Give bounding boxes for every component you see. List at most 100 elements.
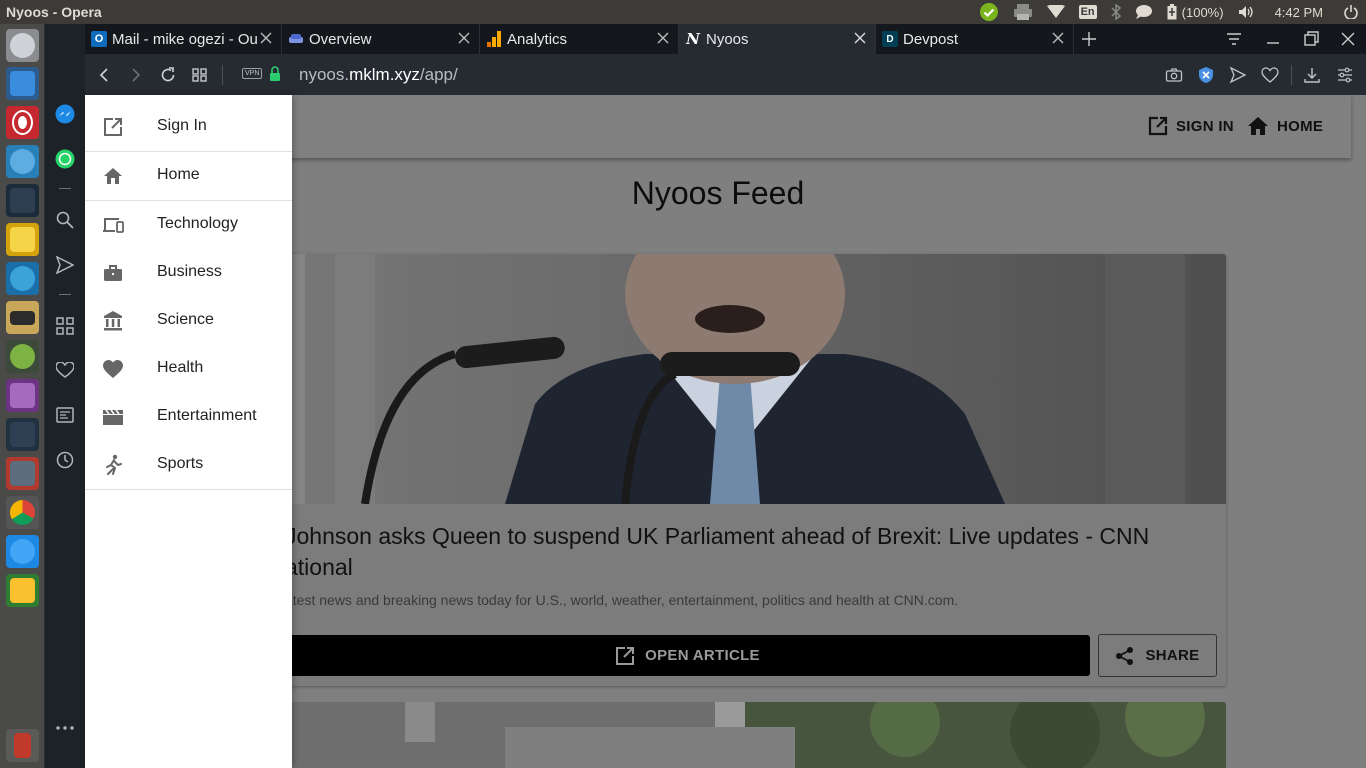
appbar-home-button[interactable]: HOME bbox=[1247, 116, 1323, 136]
launcher-skype-icon[interactable] bbox=[6, 535, 39, 568]
tab-analytics[interactable]: Analytics bbox=[480, 24, 679, 54]
snapshot-camera-icon[interactable] bbox=[1165, 66, 1183, 84]
drawer-item-business[interactable]: Business bbox=[85, 248, 292, 296]
minimize-icon[interactable] bbox=[1264, 30, 1282, 48]
launcher-vscode-icon[interactable] bbox=[6, 67, 39, 100]
system-top-bar: Nyoos - Opera En (100%) 4:42 PM bbox=[0, 0, 1366, 24]
sidebar-divider bbox=[59, 188, 71, 189]
printer-icon[interactable] bbox=[1013, 0, 1033, 24]
close-tab-icon[interactable] bbox=[1051, 31, 1065, 45]
drawer-item-sports[interactable]: Sports bbox=[85, 440, 292, 488]
forward-icon[interactable] bbox=[127, 66, 145, 84]
launcher-app-icon[interactable] bbox=[6, 379, 39, 412]
open-article-button[interactable]: OPEN ARTICLE bbox=[285, 635, 1090, 676]
speed-dial-icon[interactable] bbox=[55, 316, 75, 336]
article-description: atest news and breaking news today for U… bbox=[285, 592, 959, 608]
launcher-trash-icon[interactable] bbox=[6, 729, 39, 762]
sidebar-divider bbox=[59, 294, 71, 295]
send-icon[interactable] bbox=[1229, 66, 1247, 84]
share-button[interactable]: SHARE bbox=[1098, 634, 1217, 677]
launcher-archive-icon[interactable] bbox=[6, 457, 39, 490]
heart-icon bbox=[103, 360, 123, 378]
wifi-icon[interactable] bbox=[1046, 0, 1065, 24]
url-text[interactable]: nyoos.mklm.xyz/app/ bbox=[299, 65, 458, 85]
bluetooth-icon[interactable] bbox=[1111, 0, 1121, 24]
article-headline[interactable]: Johnson asks Queen to suspend UK Parliam… bbox=[285, 521, 1205, 583]
messenger-icon[interactable] bbox=[55, 104, 75, 124]
close-tab-icon[interactable] bbox=[457, 31, 471, 45]
article-image[interactable] bbox=[205, 254, 1226, 504]
launcher-cassette-icon[interactable] bbox=[6, 301, 39, 334]
reload-icon[interactable] bbox=[159, 66, 177, 84]
launcher-system-monitor-icon[interactable] bbox=[6, 418, 39, 451]
update-check-icon[interactable] bbox=[979, 0, 999, 24]
history-clock-icon[interactable] bbox=[55, 450, 75, 470]
more-options-icon[interactable] bbox=[55, 718, 75, 738]
home-icon bbox=[1248, 117, 1268, 135]
power-icon[interactable] bbox=[1344, 0, 1358, 24]
navigation-drawer: Sign In Home Technology Business Science… bbox=[85, 95, 292, 768]
article-card-next[interactable] bbox=[205, 702, 1226, 768]
tab-label: Analytics bbox=[507, 30, 568, 48]
drawer-divider bbox=[85, 489, 292, 490]
bookmarks-heart-icon[interactable] bbox=[55, 360, 75, 380]
tab-label: Mail - mike ogezi - Ou bbox=[112, 30, 258, 48]
drawer-item-sign-in[interactable]: Sign In bbox=[85, 102, 292, 150]
drawer-item-technology[interactable]: Technology bbox=[85, 200, 292, 248]
clapperboard-icon bbox=[103, 409, 123, 425]
appbar-sign-in-button[interactable]: SIGN IN bbox=[1148, 116, 1234, 136]
drawer-item-health[interactable]: Health bbox=[85, 344, 292, 392]
restore-icon[interactable] bbox=[1302, 30, 1320, 48]
article-card: Johnson asks Queen to suspend UK Parliam… bbox=[205, 254, 1226, 686]
tab-menu-icon[interactable] bbox=[1225, 30, 1243, 48]
ad-blocker-shield-icon[interactable] bbox=[1197, 66, 1215, 84]
launcher-terminal-icon[interactable] bbox=[6, 184, 39, 217]
chat-bubble-icon[interactable] bbox=[1135, 0, 1153, 24]
keyboard-layout-indicator[interactable]: En bbox=[1078, 0, 1097, 24]
appbar-home-label: HOME bbox=[1277, 117, 1324, 135]
drawer-item-label: Entertainment bbox=[157, 407, 257, 424]
launcher-files-icon[interactable] bbox=[6, 223, 39, 256]
send-flow-icon[interactable] bbox=[55, 255, 75, 275]
close-tab-icon[interactable] bbox=[259, 31, 273, 45]
drawer-item-home[interactable]: Home bbox=[85, 151, 292, 199]
launcher-play-icon[interactable] bbox=[6, 574, 39, 607]
search-icon[interactable] bbox=[55, 210, 75, 230]
close-window-icon[interactable] bbox=[1339, 30, 1357, 48]
desktop: Nyoos - Opera En (100%) 4:42 PM O Mail -… bbox=[0, 0, 1366, 768]
close-tab-icon[interactable] bbox=[853, 31, 867, 45]
launcher-sound-icon[interactable] bbox=[6, 262, 39, 295]
drawer-item-entertainment[interactable]: Entertainment bbox=[85, 392, 292, 440]
launcher-system-settings-icon[interactable] bbox=[6, 29, 39, 62]
close-tab-icon[interactable] bbox=[656, 31, 670, 45]
tab-devpost[interactable]: D Devpost bbox=[876, 24, 1074, 54]
back-icon[interactable] bbox=[95, 66, 113, 84]
news-icon[interactable] bbox=[55, 405, 75, 425]
running-icon bbox=[106, 454, 122, 475]
volume-icon[interactable] bbox=[1238, 0, 1254, 24]
lock-icon[interactable] bbox=[266, 65, 284, 83]
url-prefix: nyoos. bbox=[299, 65, 350, 84]
launcher-chrome-icon[interactable] bbox=[6, 496, 39, 529]
outlook-icon: O bbox=[91, 31, 107, 47]
battery-indicator[interactable]: (100%) bbox=[1167, 0, 1224, 24]
drawer-item-science[interactable]: Science bbox=[85, 296, 292, 344]
launcher-android-studio-icon[interactable] bbox=[6, 340, 39, 373]
bookmark-heart-icon[interactable] bbox=[1261, 66, 1279, 84]
tab-mail[interactable]: O Mail - mike ogezi - Ou bbox=[85, 24, 282, 54]
tab-nyoos[interactable]: N Nyoos bbox=[679, 24, 876, 54]
tab-overview[interactable]: Overview bbox=[282, 24, 480, 54]
speed-dial-grid-icon[interactable] bbox=[191, 66, 209, 84]
tab-label: Nyoos bbox=[706, 30, 749, 48]
url-domain: mklm.xyz bbox=[349, 65, 420, 84]
clock[interactable]: 4:42 PM bbox=[1275, 0, 1323, 24]
download-icon[interactable] bbox=[1303, 66, 1321, 84]
devpost-icon: D bbox=[882, 31, 898, 47]
vpn-badge[interactable]: VPN bbox=[242, 68, 263, 79]
new-tab-plus-icon[interactable] bbox=[1080, 30, 1098, 48]
whatsapp-icon[interactable] bbox=[55, 149, 75, 169]
easy-setup-icon[interactable] bbox=[1336, 66, 1354, 84]
launcher-settings-tweaks-icon[interactable] bbox=[6, 145, 39, 178]
launcher-opera-icon[interactable] bbox=[6, 106, 39, 139]
open-in-new-icon bbox=[616, 646, 635, 665]
